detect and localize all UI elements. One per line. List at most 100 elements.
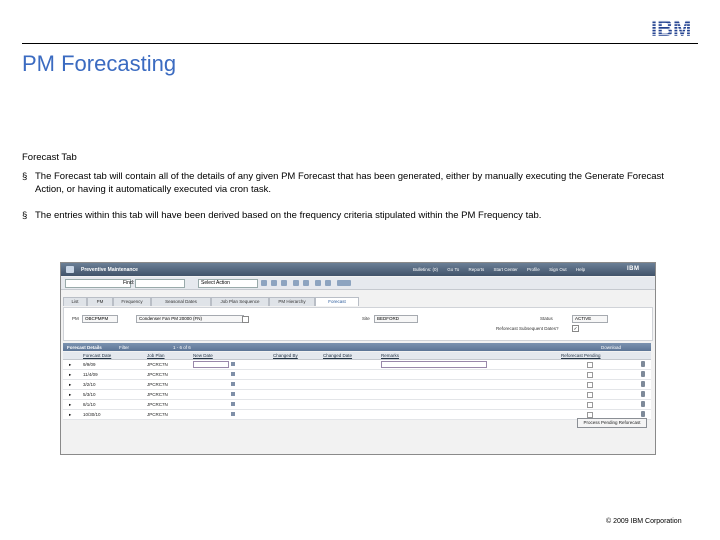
tab-pm[interactable]: PM bbox=[87, 297, 113, 306]
delete-row-icon[interactable] bbox=[641, 401, 645, 407]
copyright-notice: © 2009 IBM Corporation bbox=[606, 518, 682, 525]
calendar-icon[interactable] bbox=[231, 392, 235, 396]
delete-row-icon[interactable] bbox=[641, 361, 645, 367]
delete-row-icon[interactable] bbox=[641, 411, 645, 417]
col-changed-date[interactable]: Changed Date bbox=[323, 353, 352, 358]
site-label: Site bbox=[362, 316, 370, 321]
forecast-date-cell: 3/2/10 bbox=[83, 382, 96, 387]
col-remarks[interactable]: Remarks bbox=[381, 353, 399, 358]
nav-goto[interactable]: Go To bbox=[447, 267, 459, 272]
app-icon bbox=[66, 266, 74, 273]
pm-field[interactable]: OBCPMPM bbox=[82, 315, 118, 323]
bullet-mark: § bbox=[22, 210, 28, 221]
tab-seasonal-dates[interactable]: Seasonal Dates bbox=[151, 297, 211, 306]
tab-forecast[interactable]: Forecast bbox=[315, 297, 359, 306]
job-plan-cell: JPCRC7N bbox=[147, 402, 168, 407]
new-icon[interactable] bbox=[261, 280, 267, 286]
nav-sign-out[interactable]: Sign Out bbox=[549, 267, 567, 272]
reforecast-pending-checkbox[interactable] bbox=[587, 372, 593, 378]
row-expand-icon[interactable]: ▸ bbox=[69, 412, 71, 418]
nav-help[interactable]: Help bbox=[576, 267, 585, 272]
col-job-plan[interactable]: Job Plan bbox=[147, 353, 165, 358]
row-expand-icon[interactable]: ▸ bbox=[69, 392, 71, 398]
pm-description-field[interactable]: Condenser Fan PM 20000 (FN) bbox=[136, 315, 244, 323]
long-description-icon[interactable] bbox=[242, 316, 249, 323]
delete-row-icon[interactable] bbox=[641, 381, 645, 387]
app-name: Preventive Maintenance bbox=[81, 267, 138, 273]
row-expand-icon[interactable]: ▸ bbox=[69, 362, 71, 368]
find-input[interactable] bbox=[135, 279, 185, 288]
download-link[interactable]: Download bbox=[601, 345, 621, 350]
nav-reports[interactable]: Reports bbox=[468, 267, 484, 272]
select-action-dropdown[interactable]: Select Action bbox=[198, 279, 258, 288]
help-icon[interactable] bbox=[325, 280, 331, 286]
section-label: Forecast Tab bbox=[22, 152, 77, 163]
job-plan-cell: JPCRC7N bbox=[147, 372, 168, 377]
tab-job-plan-sequence[interactable]: Job Plan Sequence bbox=[211, 297, 269, 306]
clear-icon[interactable] bbox=[281, 280, 287, 286]
new-date-input[interactable] bbox=[193, 361, 229, 368]
calendar-icon[interactable] bbox=[231, 372, 235, 376]
col-forecast-date[interactable]: Forecast Date bbox=[83, 353, 111, 358]
tab-frequency[interactable]: Frequency bbox=[113, 297, 151, 306]
col-changed-by[interactable]: Changed By bbox=[273, 353, 298, 358]
site-field[interactable]: BEDFORD bbox=[374, 315, 418, 323]
table-row[interactable]: ▸ 5/3/10 JPCRC7N bbox=[63, 390, 651, 400]
forecast-grid-header: Forecast Details Filter 1 - 6 of 6 Downl… bbox=[63, 343, 651, 351]
nav-profile[interactable]: Profile bbox=[527, 267, 540, 272]
app-brand: IBM bbox=[627, 266, 640, 272]
reforecast-checkbox[interactable]: ✓ bbox=[572, 325, 579, 332]
table-row[interactable]: ▸ 8/1/10 JPCRC7N bbox=[63, 400, 651, 410]
tab-list[interactable]: List bbox=[63, 297, 87, 306]
nav-start-center[interactable]: Start Center bbox=[494, 267, 518, 272]
forecast-date-cell: 9/9/09 bbox=[83, 362, 96, 367]
remarks-input[interactable] bbox=[381, 361, 487, 368]
forecast-date-cell: 8/1/10 bbox=[83, 402, 96, 407]
toolbar: Find: Select Action bbox=[61, 277, 655, 290]
table-row[interactable]: ▸ 9/9/09 JPCRC7N bbox=[63, 360, 651, 370]
bullet-text: The Forecast tab will contain all of the… bbox=[35, 171, 664, 195]
job-plan-cell: JPCRC7N bbox=[147, 412, 168, 417]
row-expand-icon[interactable]: ▸ bbox=[69, 382, 71, 388]
calendar-icon[interactable] bbox=[231, 382, 235, 386]
previous-icon[interactable] bbox=[293, 280, 299, 286]
col-reforecast-pending[interactable]: Reforecast Pending bbox=[561, 353, 601, 358]
reforecast-pending-checkbox[interactable] bbox=[587, 362, 593, 368]
app-header: Preventive Maintenance Bulletins: (0) Go… bbox=[61, 263, 655, 276]
nav-bulletins[interactable]: Bulletins: (0) bbox=[413, 267, 438, 272]
bookmark-icon[interactable] bbox=[337, 280, 351, 286]
ibm-logo: IBM bbox=[651, 16, 691, 38]
calendar-icon[interactable] bbox=[231, 362, 235, 366]
grid-title: Forecast Details bbox=[67, 344, 102, 350]
next-icon[interactable] bbox=[303, 280, 309, 286]
delete-row-icon[interactable] bbox=[641, 391, 645, 397]
reforecast-label: Reforecast Subsequent Dates? bbox=[496, 326, 559, 331]
status-field[interactable]: ACTIVE bbox=[572, 315, 608, 323]
col-new-date[interactable]: New Date bbox=[193, 353, 213, 358]
bullet-mark: § bbox=[22, 171, 28, 182]
title-rule bbox=[22, 43, 698, 44]
reforecast-pending-checkbox[interactable] bbox=[587, 382, 593, 388]
pm-label: PM bbox=[72, 316, 79, 321]
process-pending-reforecast-button[interactable]: Process Pending Reforecast bbox=[577, 418, 647, 428]
bullet-text: The entries within this tab will have be… bbox=[35, 210, 542, 221]
pm-form: PM OBCPMPM Condenser Fan PM 20000 (FN) S… bbox=[63, 307, 653, 341]
forecast-date-cell: 11/4/09 bbox=[83, 372, 98, 377]
table-row[interactable]: ▸ 3/2/10 JPCRC7N bbox=[63, 380, 651, 390]
reforecast-pending-checkbox[interactable] bbox=[587, 402, 593, 408]
reforecast-pending-checkbox[interactable] bbox=[587, 392, 593, 398]
page-title: PM Forecasting bbox=[22, 51, 177, 76]
filter-link[interactable]: Filter bbox=[119, 345, 129, 350]
save-icon[interactable] bbox=[271, 280, 277, 286]
tab-pm-hierarchy[interactable]: PM Hierarchy bbox=[269, 297, 315, 306]
row-expand-icon[interactable]: ▸ bbox=[69, 402, 71, 408]
delete-row-icon[interactable] bbox=[641, 371, 645, 377]
calendar-icon[interactable] bbox=[231, 412, 235, 416]
search-input[interactable] bbox=[65, 279, 131, 288]
row-expand-icon[interactable]: ▸ bbox=[69, 372, 71, 378]
calendar-icon[interactable] bbox=[231, 402, 235, 406]
delete-icon[interactable] bbox=[315, 280, 321, 286]
table-row[interactable]: ▸ 11/4/09 JPCRC7N bbox=[63, 370, 651, 380]
table-row[interactable]: ▸ 10/30/10 JPCRC7N bbox=[63, 410, 651, 420]
status-label: Status bbox=[540, 316, 553, 321]
